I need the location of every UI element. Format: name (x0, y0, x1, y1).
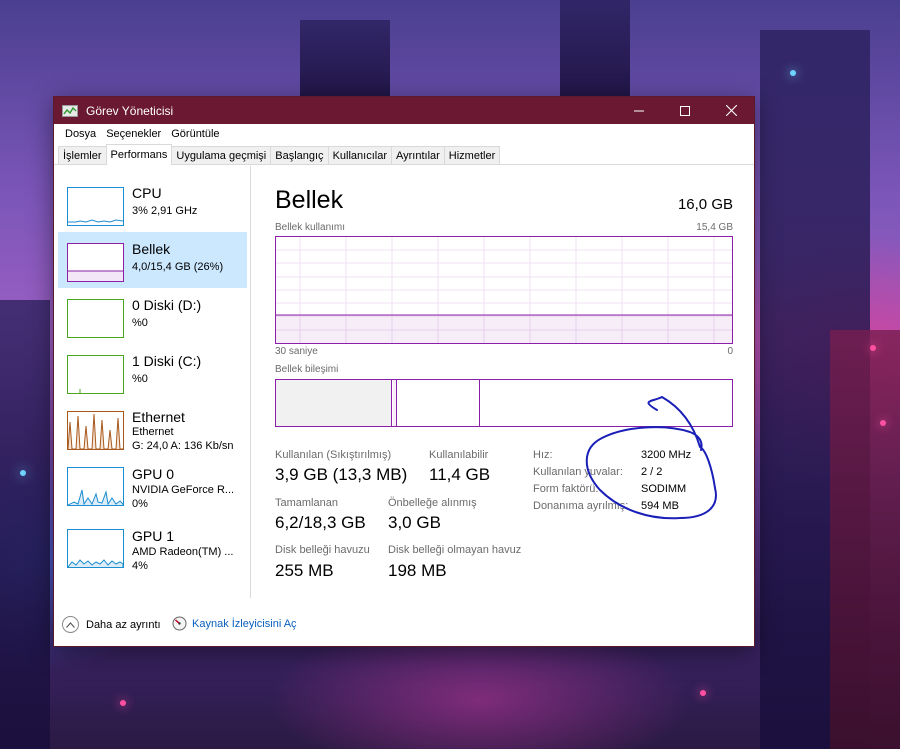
sidebar-item-title: CPU (132, 185, 162, 201)
gpu-1-thumbnail-graph (67, 529, 124, 568)
available-label: Kullanılabilir (429, 449, 489, 461)
graph-time-right: 0 (727, 346, 733, 357)
tab-users[interactable]: Kullanıcılar (327, 146, 392, 164)
cached-label: Önbelleğe alınmış (388, 497, 477, 509)
disk-0-thumbnail-graph (67, 299, 124, 338)
in-use-value: 3,9 GB (13,3 MB) (275, 465, 408, 484)
footer-bar: Daha az ayrıntı Kaynak İzleyicisini Aç (54, 609, 754, 639)
tab-performance[interactable]: Performans (105, 144, 173, 165)
memory-composition-bar (275, 379, 733, 427)
menu-view[interactable]: Görüntüle (166, 128, 224, 140)
resource-monitor-icon (172, 616, 187, 631)
sidebar-item-title: 1 Diski (C:) (132, 353, 202, 369)
speed-label: Hız: (533, 449, 553, 461)
in-use-label: Kullanılan (Sıkıştırılmış) (275, 449, 392, 461)
menu-file[interactable]: Dosya (60, 128, 101, 140)
form-factor-value: SODIMM (641, 483, 687, 495)
slots-used-value: 2 / 2 (641, 466, 663, 478)
sidebar-item-detail: AMD Radeon(TM) ... (132, 546, 234, 558)
sidebar-item-disk-1[interactable]: 1 Diski (C:) %0 (58, 344, 247, 400)
cached-value: 3,0 GB (388, 513, 441, 532)
sidebar-item-ethernet[interactable]: Ethernet Ethernet G: 24,0 A: 136 Kb/sn (58, 400, 247, 456)
maximize-button[interactable] (662, 97, 708, 124)
paged-pool-value: 255 MB (275, 561, 334, 580)
menu-options[interactable]: Seçenekler (101, 128, 166, 140)
gpu-0-thumbnail-graph (67, 467, 124, 506)
page-title: Bellek (275, 186, 344, 214)
menu-bar: Dosya Seçenekler Görüntüle (54, 124, 754, 144)
non-paged-pool-value: 198 MB (388, 561, 447, 580)
total-memory: 16,0 GB (677, 196, 733, 213)
maximize-icon (680, 105, 690, 116)
sidebar-item-usage: 0% (132, 498, 148, 510)
close-icon (725, 105, 737, 116)
memory-thumbnail-graph (67, 243, 124, 282)
hardware-reserved-value: 594 MB (641, 500, 679, 512)
sidebar-item-detail: %0 (132, 373, 148, 385)
sidebar-item-title: GPU 0 (132, 466, 175, 482)
slots-used-label: Kullanılan yuvalar: (533, 466, 623, 478)
sidebar-item-disk-0[interactable]: 0 Diski (D:) %0 (58, 288, 247, 344)
tab-app-history[interactable]: Uygulama geçmişi (171, 146, 272, 164)
cpu-thumbnail-graph (67, 187, 124, 226)
sidebar-item-memory[interactable]: Bellek 4,0/15,4 GB (26%) (58, 232, 247, 288)
memory-usage-graph (275, 236, 733, 344)
open-resource-monitor-link[interactable]: Kaynak İzleyicisini Aç (172, 616, 297, 631)
composition-standby (479, 380, 480, 426)
ethernet-thumbnail-graph (67, 411, 124, 450)
memory-usage-max: 15,4 GB (696, 222, 733, 233)
speed-value: 3200 MHz (641, 449, 692, 461)
chevron-up-icon (62, 616, 79, 633)
title-bar[interactable]: Görev Yöneticisi (54, 97, 754, 124)
memory-usage-label: Bellek kullanımı (275, 222, 346, 233)
sidebar-item-detail: %0 (132, 317, 148, 329)
close-button[interactable] (708, 97, 754, 124)
sidebar-item-cpu[interactable]: CPU 3% 2,91 GHz (58, 176, 247, 232)
sidebar-item-title: Bellek (132, 241, 171, 257)
minimize-icon (634, 110, 644, 111)
disk-1-thumbnail-graph (67, 355, 124, 394)
non-paged-pool-label: Disk belleği olmayan havuz (388, 544, 522, 556)
window-title: Görev Yöneticisi (86, 103, 174, 118)
open-resource-monitor-label: Kaynak İzleyicisini Aç (192, 617, 297, 630)
tab-services[interactable]: Hizmetler (443, 146, 501, 164)
tab-startup[interactable]: Başlangıç (270, 146, 329, 164)
tab-processes[interactable]: İşlemler (58, 146, 107, 164)
fewer-details-label: Daha az ayrıntı (86, 618, 161, 631)
available-value: 11,4 GB (429, 465, 491, 484)
sidebar-item-throughput: G: 24,0 A: 136 Kb/sn (132, 440, 234, 452)
memory-usage-area (276, 315, 732, 343)
tab-bar: İşlemler Performans Uygulama geçmişi Baş… (54, 144, 754, 165)
resource-sidebar: CPU 3% 2,91 GHz Bellek 4,0/15,4 GB (26%)… (54, 166, 251, 598)
graph-time-left: 30 saniye (275, 346, 318, 357)
committed-label: Tamamlanan (275, 497, 338, 509)
sidebar-item-usage: 4% (132, 560, 148, 572)
form-factor-label: Form faktörü: (533, 483, 599, 495)
hardware-reserved-label: Donanıma ayrılmış: (533, 500, 629, 512)
tab-details[interactable]: Ayrıntılar (390, 146, 445, 164)
minimize-button[interactable] (616, 97, 662, 124)
fewer-details-button[interactable]: Daha az ayrıntı (62, 616, 161, 633)
task-manager-icon (62, 104, 78, 117)
sidebar-item-title: 0 Diski (D:) (132, 297, 202, 313)
sidebar-item-title: GPU 1 (132, 528, 175, 544)
sidebar-item-detail: 3% 2,91 GHz (132, 205, 198, 217)
sidebar-item-gpu-1[interactable]: GPU 1 AMD Radeon(TM) ... 4% (58, 522, 247, 578)
sidebar-item-detail: NVIDIA GeForce R... (132, 484, 235, 496)
sidebar-item-detail: 4,0/15,4 GB (26%) (132, 261, 224, 273)
composition-in-use (276, 380, 392, 426)
task-manager-window: Görev Yöneticisi Dosya Seçenekler Görünt… (53, 96, 755, 647)
sidebar-item-detail: Ethernet (132, 426, 174, 438)
committed-value: 6,2/18,3 GB (275, 513, 366, 532)
sidebar-item-gpu-0[interactable]: GPU 0 NVIDIA GeForce R... 0% (58, 460, 247, 516)
paged-pool-label: Disk belleği havuzu (275, 544, 370, 556)
composition-modified (393, 380, 397, 426)
sidebar-item-title: Ethernet (132, 409, 185, 425)
memory-composition-label: Bellek bileşimi (275, 364, 339, 375)
